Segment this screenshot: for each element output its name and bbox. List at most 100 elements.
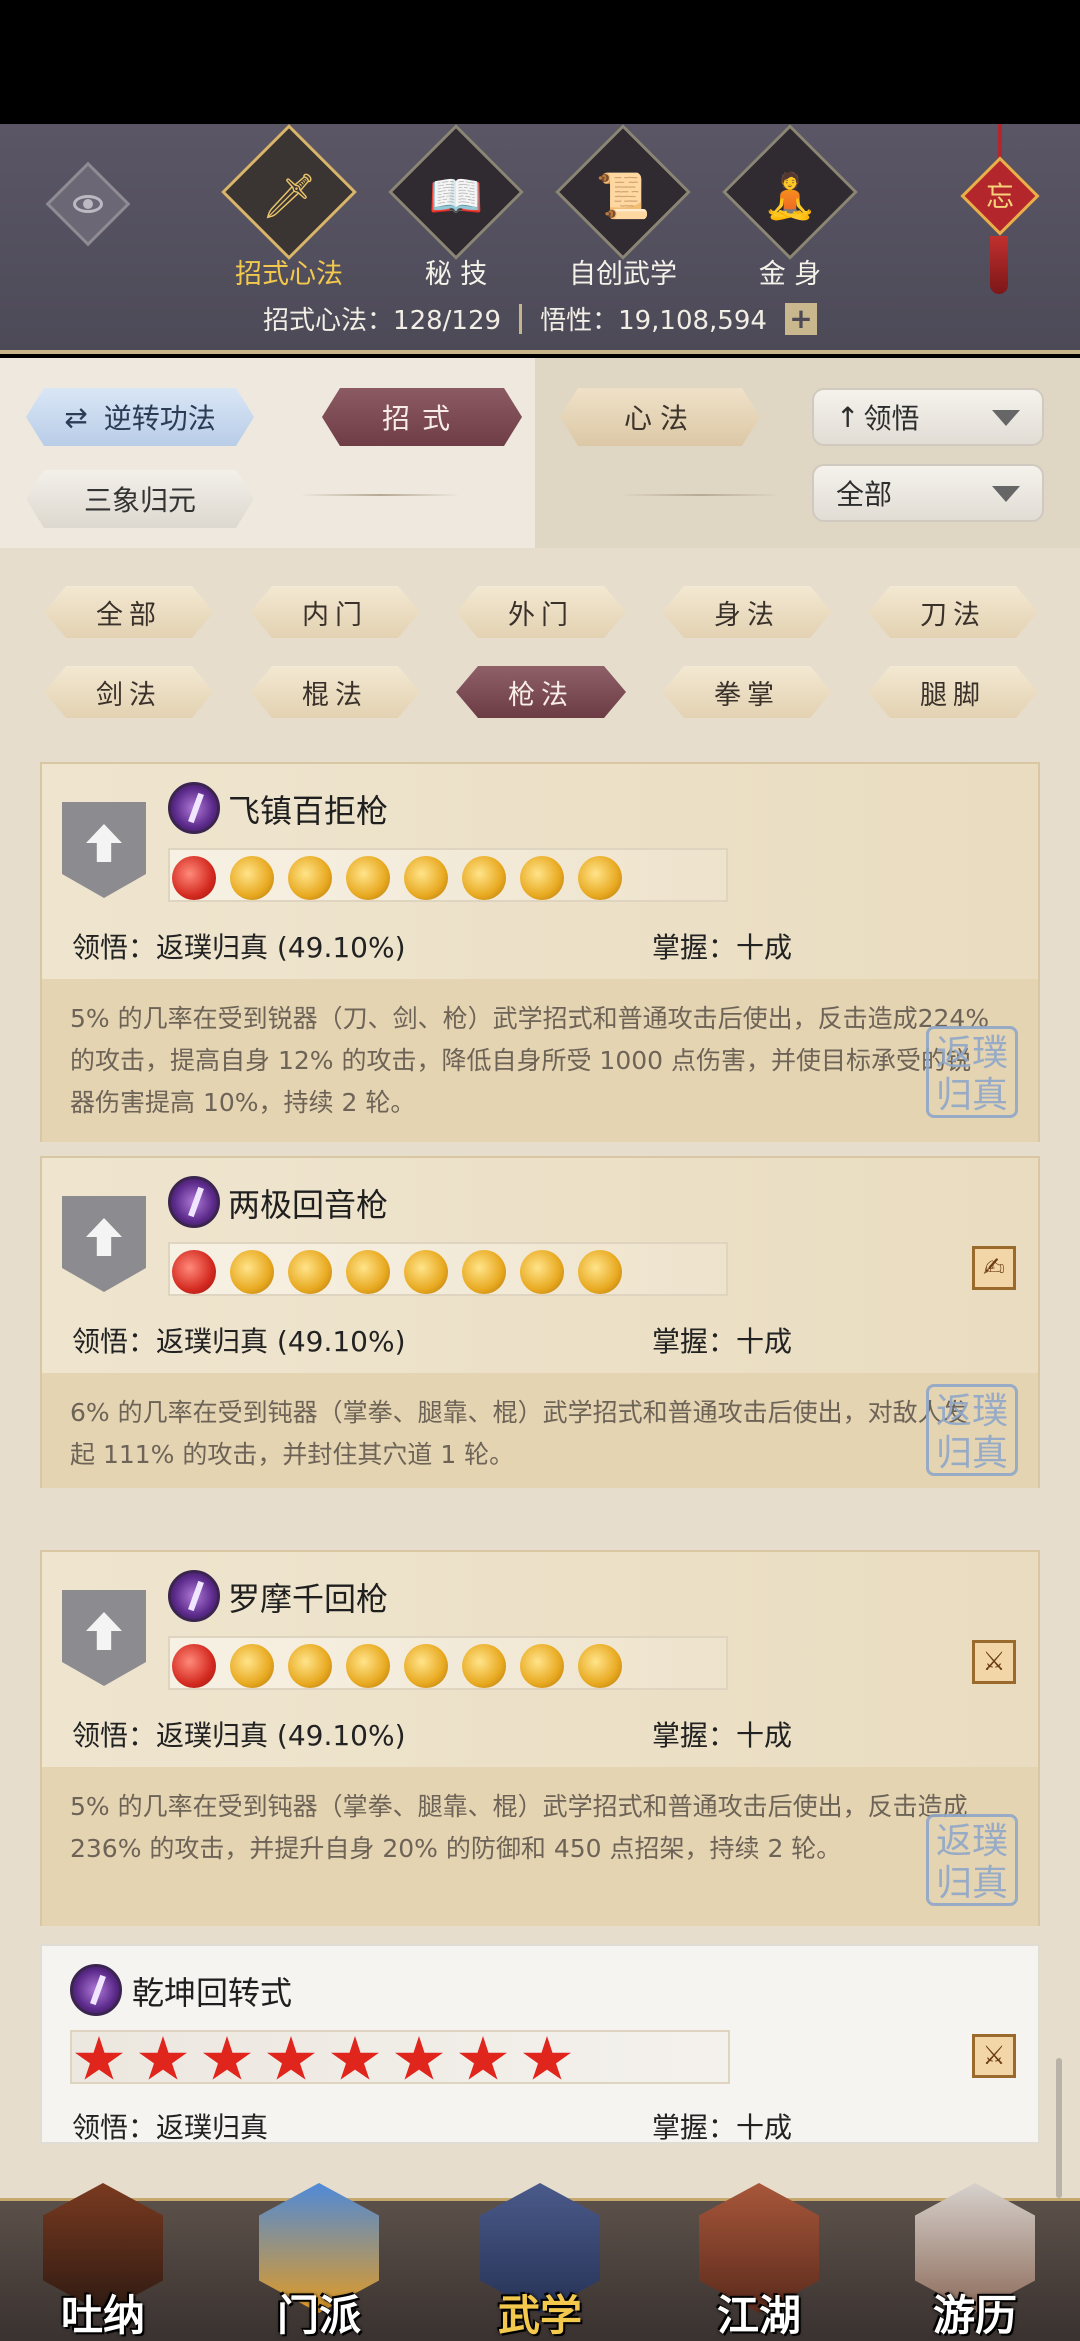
weapon-type-icon: ⚔ <box>972 2034 1016 2078</box>
level-orb-icon <box>172 856 216 900</box>
filter-blade[interactable]: 刀法 <box>868 586 1038 638</box>
star-icon <box>139 2036 187 2080</box>
filter-all[interactable]: 全部 <box>44 586 214 638</box>
chevron-down-icon <box>992 410 1020 426</box>
level-orb-icon <box>288 1644 332 1688</box>
scroll-brush-icon: 📜 <box>595 171 651 223</box>
insight-text: 领悟：返璞归真 <box>72 2111 269 2144</box>
spear-skill-icon <box>168 782 220 834</box>
skill-card[interactable]: 乾坤回转式 ⚔ 领悟：返璞归真 掌握：十成 <box>40 1944 1040 2144</box>
filter-fist-palm[interactable]: 拳掌 <box>662 666 832 718</box>
level-orb-icon <box>520 856 564 900</box>
insight-text: 领悟：返璞归真 (49.10%) <box>72 1325 406 1358</box>
level-orb-icon <box>578 1250 622 1294</box>
level-orb-icon <box>404 1250 448 1294</box>
insight-text: 领悟：返璞归真 (49.10%) <box>72 931 406 964</box>
chevron-down-icon <box>992 486 1020 502</box>
tab-golden-body[interactable]: 🧘 金 身 <box>722 124 858 291</box>
level-orb-icon <box>288 1250 332 1294</box>
mastery-text: 掌握：十成 <box>652 931 793 964</box>
bottom-nav: 吐纳 门派 武学 江湖 游历 <box>0 2183 1080 2341</box>
insight-value: 悟性：19,108,594 <box>540 306 767 336</box>
nav-jianghu[interactable]: 江湖 <box>684 2183 834 2341</box>
weapon-type-icon: ✍ <box>972 1246 1016 1290</box>
skill-description: 6% 的几率在受到钝器（掌拳、腿靠、棍）武学招式和普通攻击后使出，对敌人发起 1… <box>70 1398 968 1469</box>
star-icon <box>267 2036 315 2080</box>
nav-label: 江湖 <box>716 2291 801 2340</box>
tab-moves[interactable]: 招式 <box>322 388 522 446</box>
tab-moves-mind[interactable]: 🗡 招式心法 <box>221 124 357 291</box>
nav-label: 游历 <box>932 2291 1017 2340</box>
eye-toggle-button[interactable] <box>45 161 131 247</box>
scrollbar[interactable] <box>1056 2058 1062 2198</box>
top-header: 🗡 招式心法 📖 秘 技 📜 自创武学 🧘 金 身 忘 招式心法：128/129… <box>0 124 1080 354</box>
filter-staff[interactable]: 棍法 <box>250 666 420 718</box>
tab-mind-method[interactable]: 心法 <box>560 388 760 446</box>
sword-icon: 🗡 <box>261 171 317 223</box>
star-icon <box>331 2036 379 2080</box>
level-orb-icon <box>404 1644 448 1688</box>
filter-spear[interactable]: 枪法 <box>456 666 626 718</box>
divider <box>620 494 780 496</box>
nav-label: 门派 <box>276 2291 361 2340</box>
level-orb-icon <box>462 1644 506 1688</box>
chinese-knot-icon[interactable]: 忘 <box>960 124 1040 294</box>
spear-skill-icon <box>70 1964 122 2016</box>
reverse-technique-button[interactable]: ⇄ 逆转功法 <box>26 388 254 446</box>
nav-label: 武学 <box>497 2291 582 2340</box>
level-bar <box>168 848 728 902</box>
weapon-type-icon: ⚔ <box>972 1640 1016 1684</box>
level-orb-icon <box>578 1644 622 1688</box>
sort-value: 领悟 <box>863 402 920 435</box>
level-orb-icon <box>578 856 622 900</box>
moves-count: 招式心法：128/129 <box>263 306 502 336</box>
filter-inner[interactable]: 内门 <box>250 586 420 638</box>
filter-sword[interactable]: 剑法 <box>44 666 214 718</box>
level-bar <box>70 2030 730 2084</box>
nav-travel[interactable]: 游历 <box>900 2183 1050 2341</box>
sort-dropdown[interactable]: ↑ 领悟 <box>812 388 1044 446</box>
nav-sect[interactable]: 门派 <box>244 2183 394 2341</box>
book-icon: 📖 <box>428 171 484 223</box>
level-orb-icon <box>346 1644 390 1688</box>
filter-leg[interactable]: 腿脚 <box>868 666 1038 718</box>
skill-card[interactable]: 飞镇百拒枪 领悟：返璞归真 (49.10%) 掌握：十成 5% 的几率在受到锐器… <box>40 762 1040 1142</box>
level-orb-icon <box>404 856 448 900</box>
level-orb-icon <box>288 856 332 900</box>
skill-name: 罗摩千回枪 <box>228 1580 389 1618</box>
nav-label: 吐纳 <box>60 2291 145 2340</box>
tab-secret-skill[interactable]: 📖 秘 技 <box>388 124 524 291</box>
add-insight-button[interactable]: + <box>784 302 817 335</box>
level-bar <box>168 1636 728 1690</box>
mastery-text: 掌握：十成 <box>652 2111 793 2144</box>
insight-text: 领悟：返璞归真 (49.10%) <box>72 1719 406 1752</box>
tab-self-created[interactable]: 📜 自创武学 <box>555 124 691 291</box>
seal-stamp: 返璞归真 <box>926 1814 1018 1906</box>
level-orb-icon <box>172 1250 216 1294</box>
skill-name: 乾坤回转式 <box>132 1974 293 2012</box>
meditation-icon: 🧘 <box>762 171 818 223</box>
spear-skill-icon <box>168 1570 220 1622</box>
divider <box>519 303 523 334</box>
star-icon <box>523 2036 571 2080</box>
category-dropdown[interactable]: 全部 <box>812 464 1044 522</box>
skill-card[interactable]: 罗摩千回枪 ⚔ 领悟：返璞归真 (49.10%) 掌握：十成 5% 的几率在受到… <box>40 1550 1040 1926</box>
filter-footwork[interactable]: 身法 <box>662 586 832 638</box>
mastery-text: 掌握：十成 <box>652 1719 793 1752</box>
level-orb-icon <box>462 856 506 900</box>
skill-description: 5% 的几率在受到钝器（掌拳、腿靠、棍）武学招式和普通攻击后使出，反击造成 23… <box>70 1792 968 1863</box>
skill-name: 飞镇百拒枪 <box>228 792 389 830</box>
reverse-label: 逆转功法 <box>103 402 216 435</box>
nav-breathing[interactable]: 吐纳 <box>28 2183 178 2341</box>
level-orb-icon <box>346 1250 390 1294</box>
filter-outer[interactable]: 外门 <box>456 586 626 638</box>
skill-card[interactable]: 两极回音枪 ✍ 领悟：返璞归真 (49.10%) 掌握：十成 6% 的几率在受到… <box>40 1156 1040 1488</box>
mastery-text: 掌握：十成 <box>652 1325 793 1358</box>
nav-martial-arts[interactable]: 武学 <box>465 2183 615 2341</box>
level-orb-icon <box>520 1250 564 1294</box>
formation-button[interactable]: 三象归元 <box>26 470 254 528</box>
level-orb-icon <box>230 1250 274 1294</box>
spear-skill-icon <box>168 1176 220 1228</box>
skill-description: 5% 的几率在受到锐器（刀、剑、枪）武学招式和普通攻击后使出，反击造成224% … <box>70 1004 990 1117</box>
seal-stamp: 返璞归真 <box>926 1384 1018 1476</box>
